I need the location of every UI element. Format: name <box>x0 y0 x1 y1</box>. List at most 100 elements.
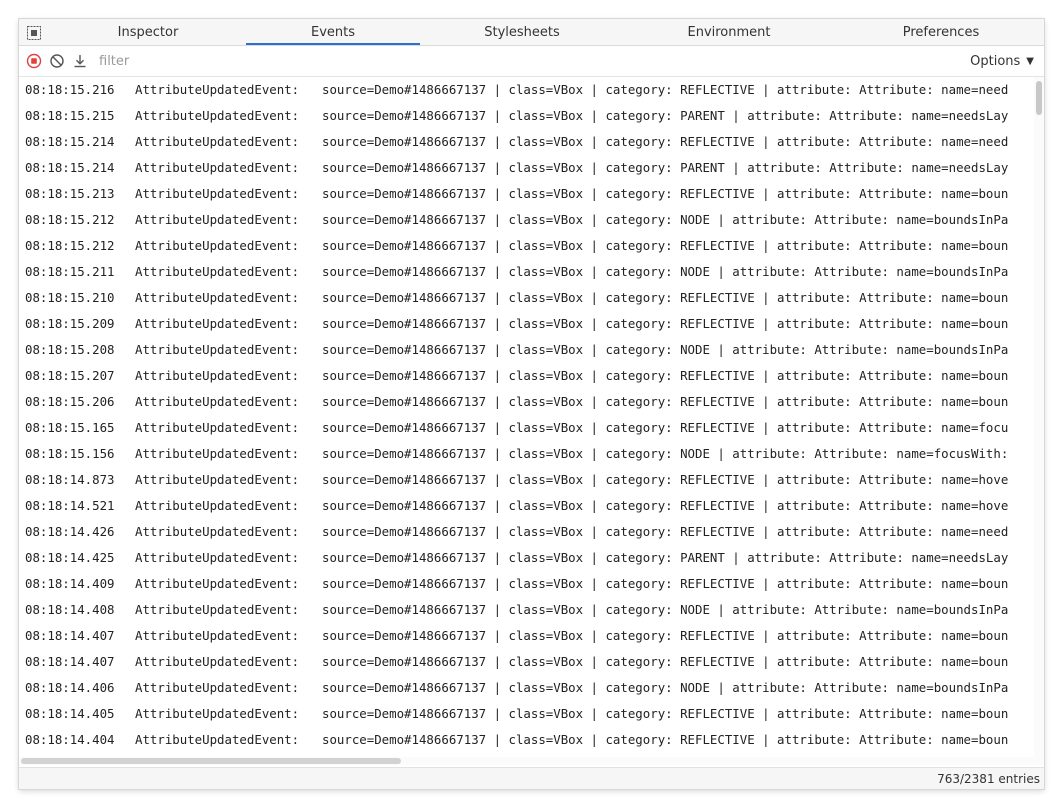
event-detail: source=Demo#1486667137 | class=VBox | ca… <box>322 290 1009 305</box>
event-timestamp: 08:18:14.405 <box>25 706 115 721</box>
event-timestamp: 08:18:14.521 <box>25 498 115 513</box>
vertical-scroll-thumb[interactable] <box>1036 81 1042 115</box>
event-row[interactable]: 08:18:15.213 AttributeUpdatedEvent: source… <box>19 181 1033 207</box>
filter-input[interactable] <box>99 51 659 71</box>
clear-icon[interactable] <box>49 53 65 69</box>
event-type: AttributeUpdatedEvent: <box>135 82 300 97</box>
event-detail: source=Demo#1486667137 | class=VBox | ca… <box>322 394 1009 409</box>
event-row[interactable]: 08:18:14.407 AttributeUpdatedEvent: source… <box>19 623 1033 649</box>
event-timestamp: 08:18:15.210 <box>25 290 115 305</box>
event-detail: source=Demo#1486667137 | class=VBox | ca… <box>322 82 1009 97</box>
options-dropdown[interactable]: Options ▼ <box>970 53 1034 69</box>
tab-preferences[interactable]: Preferences <box>841 19 1041 45</box>
events-window: Inspector Events Stylesheets Environment… <box>19 19 1044 789</box>
event-type: AttributeUpdatedEvent: <box>135 368 300 383</box>
event-type: AttributeUpdatedEvent: <box>135 654 300 669</box>
event-type: AttributeUpdatedEvent: <box>135 394 300 409</box>
event-type: AttributeUpdatedEvent: <box>135 264 300 279</box>
event-row[interactable]: 08:18:15.212 AttributeUpdatedEvent: source… <box>19 233 1033 259</box>
event-timestamp: 08:18:14.426 <box>25 524 115 539</box>
event-row[interactable]: 08:18:15.216 AttributeUpdatedEvent: source… <box>19 77 1033 103</box>
event-timestamp: 08:18:15.208 <box>25 342 115 357</box>
event-log[interactable]: 08:18:15.216 AttributeUpdatedEvent: source… <box>19 77 1033 757</box>
event-row[interactable]: 08:18:14.406 AttributeUpdatedEvent: source… <box>19 675 1033 701</box>
tab-environment[interactable]: Environment <box>629 19 829 45</box>
tab-stylesheets[interactable]: Stylesheets <box>432 19 612 45</box>
event-type: AttributeUpdatedEvent: <box>135 576 300 591</box>
event-detail: source=Demo#1486667137 | class=VBox | ca… <box>322 550 1009 565</box>
record-stop-icon[interactable] <box>26 53 42 69</box>
entry-count: 763/2381 entries <box>937 772 1040 786</box>
tab-events[interactable]: Events <box>246 19 420 45</box>
event-type: AttributeUpdatedEvent: <box>135 472 300 487</box>
event-detail: source=Demo#1486667137 | class=VBox | ca… <box>322 186 1009 201</box>
options-label: Options <box>970 53 1021 69</box>
event-detail: source=Demo#1486667137 | class=VBox | ca… <box>322 498 1009 513</box>
event-type: AttributeUpdatedEvent: <box>135 446 300 461</box>
tab-bar: Inspector Events Stylesheets Environment… <box>19 19 1044 46</box>
event-detail: source=Demo#1486667137 | class=VBox | ca… <box>322 524 1009 539</box>
vertical-scrollbar[interactable] <box>1034 77 1044 757</box>
event-timestamp: 08:18:14.409 <box>25 576 115 591</box>
event-timestamp: 08:18:15.212 <box>25 238 115 253</box>
event-row[interactable]: 08:18:14.405 AttributeUpdatedEvent: source… <box>19 701 1033 727</box>
event-row[interactable]: 08:18:15.207 AttributeUpdatedEvent: source… <box>19 363 1033 389</box>
event-type: AttributeUpdatedEvent: <box>135 498 300 513</box>
event-row[interactable]: 08:18:15.212 AttributeUpdatedEvent: source… <box>19 207 1033 233</box>
event-row[interactable]: 08:18:14.521 AttributeUpdatedEvent: source… <box>19 493 1033 519</box>
horizontal-scrollbar[interactable] <box>19 757 1044 765</box>
event-row[interactable]: 08:18:15.156 AttributeUpdatedEvent: source… <box>19 441 1033 467</box>
event-row[interactable]: 08:18:14.407 AttributeUpdatedEvent: source… <box>19 649 1033 675</box>
event-row[interactable]: 08:18:15.206 AttributeUpdatedEvent: source… <box>19 389 1033 415</box>
event-timestamp: 08:18:14.407 <box>25 628 115 643</box>
status-bar: 763/2381 entries <box>19 767 1044 789</box>
event-row[interactable]: 08:18:14.426 AttributeUpdatedEvent: source… <box>19 519 1033 545</box>
event-row[interactable]: 08:18:14.873 AttributeUpdatedEvent: source… <box>19 467 1033 493</box>
event-detail: source=Demo#1486667137 | class=VBox | ca… <box>322 654 1009 669</box>
event-row[interactable]: 08:18:15.208 AttributeUpdatedEvent: source… <box>19 337 1033 363</box>
event-type: AttributeUpdatedEvent: <box>135 212 300 227</box>
event-detail: source=Demo#1486667137 | class=VBox | ca… <box>322 368 1009 383</box>
download-icon[interactable] <box>72 53 88 69</box>
event-timestamp: 08:18:14.404 <box>25 732 115 747</box>
event-row[interactable]: 08:18:15.214 AttributeUpdatedEvent: source… <box>19 155 1033 181</box>
event-timestamp: 08:18:15.165 <box>25 420 115 435</box>
event-timestamp: 08:18:15.214 <box>25 134 115 149</box>
event-row[interactable]: 08:18:15.211 AttributeUpdatedEvent: source… <box>19 259 1033 285</box>
event-timestamp: 08:18:15.215 <box>25 108 115 123</box>
event-row[interactable]: 08:18:15.215 AttributeUpdatedEvent: source… <box>19 103 1033 129</box>
event-row[interactable]: 08:18:15.210 AttributeUpdatedEvent: source… <box>19 285 1033 311</box>
event-timestamp: 08:18:15.211 <box>25 264 115 279</box>
event-detail: source=Demo#1486667137 | class=VBox | ca… <box>322 732 1009 747</box>
event-detail: source=Demo#1486667137 | class=VBox | ca… <box>322 316 1009 331</box>
event-timestamp: 08:18:14.407 <box>25 654 115 669</box>
node-picker-icon[interactable] <box>27 25 41 40</box>
event-type: AttributeUpdatedEvent: <box>135 290 300 305</box>
event-detail: source=Demo#1486667137 | class=VBox | ca… <box>322 472 1009 487</box>
event-row[interactable]: 08:18:15.209 AttributeUpdatedEvent: source… <box>19 311 1033 337</box>
event-timestamp: 08:18:15.156 <box>25 446 115 461</box>
event-row[interactable]: 08:18:15.214 AttributeUpdatedEvent: source… <box>19 129 1033 155</box>
event-type: AttributeUpdatedEvent: <box>135 160 300 175</box>
event-timestamp: 08:18:14.408 <box>25 602 115 617</box>
event-row[interactable]: 08:18:14.425 AttributeUpdatedEvent: source… <box>19 545 1033 571</box>
event-row[interactable]: 08:18:15.165 AttributeUpdatedEvent: source… <box>19 415 1033 441</box>
events-toolbar: Options ▼ <box>19 46 1044 77</box>
event-detail: source=Demo#1486667137 | class=VBox | ca… <box>322 576 1009 591</box>
event-detail: source=Demo#1486667137 | class=VBox | ca… <box>322 628 1009 643</box>
event-row[interactable]: 08:18:14.404 AttributeUpdatedEvent: source… <box>19 727 1033 753</box>
event-detail: source=Demo#1486667137 | class=VBox | ca… <box>322 134 1009 149</box>
event-type: AttributeUpdatedEvent: <box>135 134 300 149</box>
event-row[interactable]: 08:18:14.408 AttributeUpdatedEvent: source… <box>19 597 1033 623</box>
event-type: AttributeUpdatedEvent: <box>135 550 300 565</box>
event-timestamp: 08:18:15.206 <box>25 394 115 409</box>
tab-inspector[interactable]: Inspector <box>55 19 241 45</box>
event-type: AttributeUpdatedEvent: <box>135 706 300 721</box>
horizontal-scroll-thumb[interactable] <box>21 758 401 764</box>
event-row[interactable]: 08:18:14.409 AttributeUpdatedEvent: source… <box>19 571 1033 597</box>
event-type: AttributeUpdatedEvent: <box>135 680 300 695</box>
event-detail: source=Demo#1486667137 | class=VBox | ca… <box>322 680 1009 695</box>
event-detail: source=Demo#1486667137 | class=VBox | ca… <box>322 264 1009 279</box>
event-timestamp: 08:18:15.212 <box>25 212 115 227</box>
event-detail: source=Demo#1486667137 | class=VBox | ca… <box>322 238 1009 253</box>
